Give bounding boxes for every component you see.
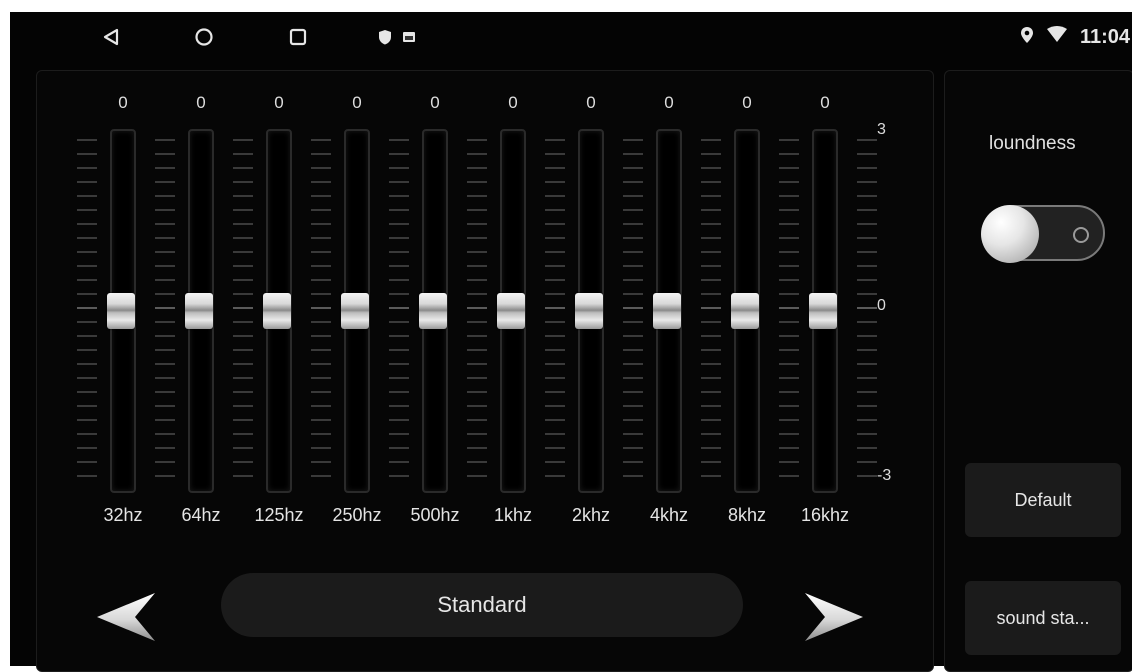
back-icon[interactable] bbox=[98, 24, 124, 50]
gain-value-label: 0 bbox=[274, 93, 284, 112]
eq-slider-4khz[interactable] bbox=[653, 129, 682, 493]
scale-max-label: 3 bbox=[877, 121, 886, 138]
gain-value-label: 0 bbox=[352, 93, 362, 112]
slider-thumb[interactable] bbox=[575, 293, 603, 329]
frequency-label: 4khz bbox=[649, 505, 689, 525]
slider-thumb[interactable] bbox=[809, 293, 837, 329]
loudness-toggle[interactable] bbox=[981, 205, 1107, 263]
next-preset-button[interactable] bbox=[801, 589, 867, 645]
slider-thumb[interactable] bbox=[185, 293, 213, 329]
slider-thumb[interactable] bbox=[653, 293, 681, 329]
eq-slider-125hz[interactable] bbox=[263, 129, 292, 493]
preset-selector[interactable]: Standard bbox=[221, 573, 743, 637]
prev-preset-button[interactable] bbox=[93, 589, 159, 645]
slider-thumb[interactable] bbox=[263, 293, 291, 329]
slider-thumb[interactable] bbox=[107, 293, 135, 329]
gain-value-label: 0 bbox=[508, 93, 518, 112]
slider-thumb[interactable] bbox=[497, 293, 525, 329]
slider-thumb[interactable] bbox=[731, 293, 759, 329]
default-button-label: Default bbox=[1014, 489, 1072, 510]
tick-marks bbox=[311, 139, 331, 479]
eq-slider-500hz[interactable] bbox=[419, 129, 448, 493]
tick-marks bbox=[155, 139, 175, 479]
tick-marks bbox=[623, 139, 643, 479]
slider-thumb[interactable] bbox=[419, 293, 447, 329]
scale-min-label: -3 bbox=[877, 467, 892, 484]
tick-marks bbox=[467, 139, 487, 479]
gain-value-label: 0 bbox=[196, 93, 206, 112]
sound-stage-button-label: sound sta... bbox=[996, 607, 1090, 628]
toggle-off-icon bbox=[1073, 227, 1089, 243]
frequency-label: 32hz bbox=[103, 505, 143, 525]
gain-value-label: 0 bbox=[586, 93, 596, 112]
frequency-label: 2khz bbox=[571, 505, 611, 525]
scale-mid-label: 0 bbox=[877, 297, 886, 314]
gain-value-label: 0 bbox=[664, 93, 674, 112]
image-icon bbox=[396, 24, 422, 50]
frequency-label: 8khz bbox=[727, 505, 767, 525]
frequency-label: 1khz bbox=[493, 505, 533, 525]
equalizer-panel: 0 0 0 0 0 0 0 0 0 0 32hz 64hz 125hz 250hz 500hz 1khz 2k… bbox=[36, 70, 934, 672]
shield-icon bbox=[372, 24, 398, 50]
arrow-right-icon bbox=[805, 593, 863, 641]
side-panel: loundness Default sound sta... bbox=[944, 70, 1132, 672]
gain-value-label: 0 bbox=[430, 93, 440, 112]
tick-marks bbox=[233, 139, 253, 479]
default-button[interactable]: Default bbox=[965, 463, 1121, 537]
home-icon[interactable] bbox=[191, 24, 217, 50]
sound-stage-button[interactable]: sound sta... bbox=[965, 581, 1121, 655]
wifi-icon bbox=[1046, 25, 1068, 49]
frequency-label: 500hz bbox=[410, 505, 460, 525]
tick-marks bbox=[857, 139, 877, 479]
location-pin-icon bbox=[1020, 26, 1034, 49]
tick-marks bbox=[389, 139, 409, 479]
gain-value-label: 0 bbox=[820, 93, 830, 112]
toggle-knob bbox=[981, 205, 1039, 263]
status-bar: 11:04 bbox=[10, 12, 1132, 62]
screen: 11:04 0 0 0 0 0 0 0 0 0 0 32hz 64hz 125hz 250hz 500hz… bbox=[10, 12, 1132, 672]
tick-marks bbox=[701, 139, 721, 479]
eq-slider-250hz[interactable] bbox=[341, 129, 370, 493]
frequency-label: 125hz bbox=[254, 505, 304, 525]
eq-slider-8khz[interactable] bbox=[731, 129, 760, 493]
arrow-left-icon bbox=[97, 593, 155, 641]
gain-value-label: 0 bbox=[742, 93, 752, 112]
eq-slider-16khz[interactable] bbox=[809, 129, 838, 493]
eq-slider-32hz[interactable] bbox=[107, 129, 136, 493]
frequency-label: 250hz bbox=[332, 505, 382, 525]
eq-slider-2khz[interactable] bbox=[575, 129, 604, 493]
tick-marks bbox=[545, 139, 565, 479]
loudness-label: loundness bbox=[989, 133, 1076, 154]
tick-marks bbox=[779, 139, 799, 479]
gain-value-label: 0 bbox=[118, 93, 128, 112]
recents-icon[interactable] bbox=[285, 24, 311, 50]
eq-slider-64hz[interactable] bbox=[185, 129, 214, 493]
clock: 11:04 bbox=[1079, 25, 1130, 48]
frequency-label: 64hz bbox=[181, 505, 221, 525]
slider-thumb[interactable] bbox=[341, 293, 369, 329]
preset-name: Standard bbox=[437, 592, 527, 617]
status-indicators: 11:04 bbox=[1020, 24, 1130, 50]
tick-marks bbox=[77, 139, 97, 479]
eq-slider-1khz[interactable] bbox=[497, 129, 526, 493]
frequency-label: 16khz bbox=[800, 505, 850, 525]
